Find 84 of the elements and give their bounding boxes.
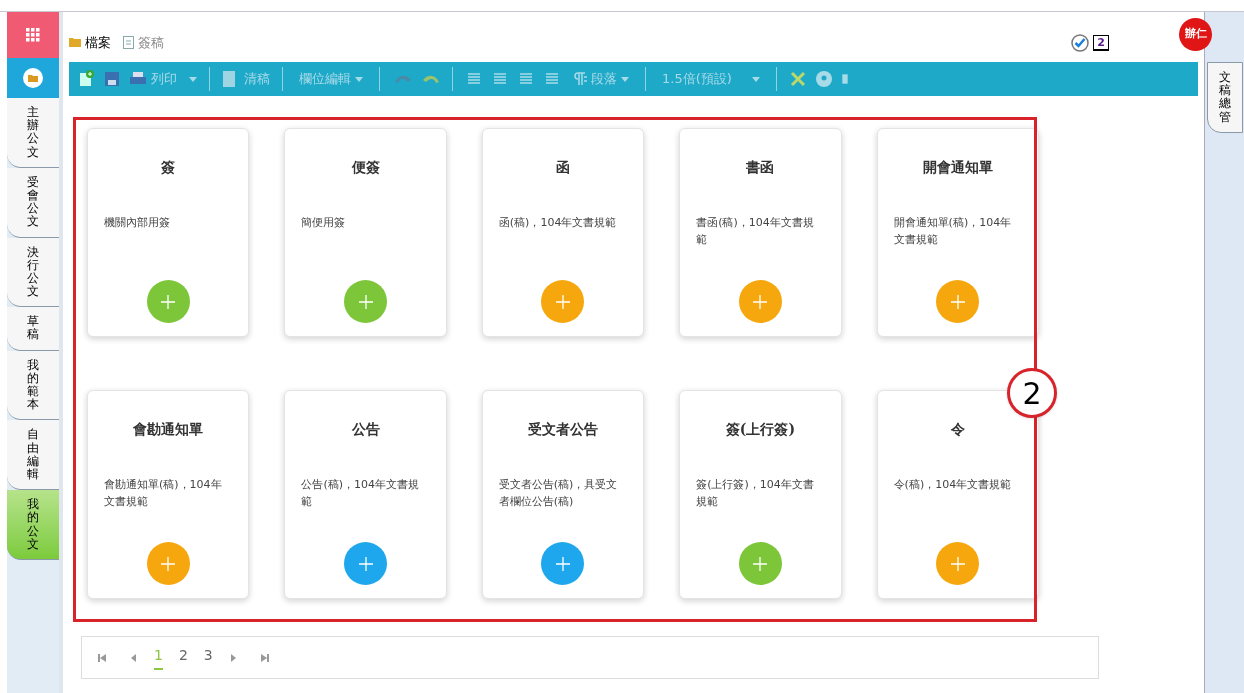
plus-icon — [555, 555, 571, 572]
grid-icon — [26, 28, 40, 42]
add-button[interactable] — [936, 280, 980, 323]
template-card[interactable]: 便簽 簡便用簽 — [284, 128, 447, 337]
plus-icon — [357, 293, 374, 310]
add-button[interactable] — [541, 542, 585, 585]
add-button[interactable] — [738, 280, 782, 323]
plus-icon — [949, 293, 966, 310]
document-icon — [222, 70, 236, 88]
add-button[interactable] — [146, 542, 190, 585]
check-icon[interactable] — [1071, 34, 1090, 52]
side-tab[interactable]: 文稿總管 — [1206, 62, 1243, 133]
card-description: 令(稿)，104年文書規範 — [893, 477, 1013, 493]
tools-icon[interactable] — [788, 70, 807, 88]
side-tab[interactable]: 我的範本 — [7, 350, 59, 421]
add-button[interactable] — [738, 542, 782, 585]
card-title: 書函 — [746, 158, 775, 177]
document-icon — [123, 35, 134, 49]
caret-icon — [355, 76, 363, 82]
card-title: 受文者公告 — [528, 420, 598, 439]
plus-icon — [160, 555, 177, 572]
card-description: 公告(稿)，104年文書規範 — [301, 477, 420, 510]
side-tab[interactable]: 受會公文 — [7, 167, 59, 238]
card-description: 機關內部用簽 — [104, 215, 171, 231]
template-card[interactable]: 函 函(稿)，104年文書規範 — [481, 128, 645, 337]
side-tab[interactable]: 我的公文 — [7, 490, 59, 560]
side-tab[interactable]: 主辦公文 — [7, 98, 59, 168]
card-title: 簽 — [161, 158, 176, 177]
plus-icon — [357, 555, 374, 572]
page-button[interactable]: 3 — [203, 645, 213, 670]
folder-icon[interactable] — [22, 67, 44, 89]
side-tab[interactable]: 草稿 — [7, 307, 59, 351]
plus-icon — [160, 293, 177, 310]
card-description: 簡便用簽 — [301, 215, 347, 231]
card-description: 受文者公告(稿)，具受文者欄位公告(稿) — [498, 477, 619, 510]
save-icon[interactable] — [103, 70, 121, 88]
breadcrumb-item[interactable]: 檔案 — [85, 32, 111, 52]
card-description: 簽(上行簽)，104年文書規範 — [696, 477, 815, 510]
add-button[interactable] — [541, 280, 585, 323]
paragraph-icon — [573, 72, 587, 86]
annotation-marker: 2 — [1007, 368, 1057, 418]
card-title: 開會通知單 — [922, 158, 993, 177]
card-title: 簽(上行簽) — [725, 420, 795, 439]
side-tab[interactable]: 自由編輯 — [7, 420, 59, 491]
card-description: 函(稿)，104年文書規範 — [498, 215, 618, 231]
template-card[interactable]: 簽(上行簽) 簽(上行簽)，104年文書規範 — [679, 390, 842, 599]
last-page-button[interactable] — [260, 653, 269, 662]
template-card[interactable]: 開會通知單 開會通知單(稿)，104年文書規範 — [876, 128, 1039, 337]
plus-icon — [752, 293, 769, 310]
card-description: 會勘通知單(稿)，104年文書規範 — [104, 477, 223, 510]
card-title: 函 — [556, 158, 570, 177]
caret-icon — [751, 76, 760, 82]
add-button[interactable] — [146, 280, 190, 323]
side-tab[interactable]: 決行公文 — [7, 237, 59, 308]
page-button[interactable]: 2 — [178, 645, 188, 670]
breadcrumb-item[interactable]: 簽稿 — [138, 32, 164, 52]
template-card[interactable]: 簽 機關內部用簽 — [87, 128, 250, 337]
user-avatar[interactable]: 辦仁 — [1179, 18, 1212, 51]
count-badge[interactable]: 2 — [1093, 35, 1109, 51]
card-title: 令 — [950, 420, 965, 439]
next-page-button[interactable] — [228, 653, 237, 662]
card-title: 會勘通知單 — [133, 420, 204, 439]
template-card[interactable]: 書函 書函(稿)，104年文書規範 — [679, 128, 842, 337]
add-button[interactable] — [344, 542, 388, 585]
card-description: 書函(稿)，104年文書規範 — [696, 215, 815, 248]
card-description: 開會通知單(稿)，104年文書規範 — [893, 215, 1013, 248]
card-title: 便簽 — [351, 158, 380, 177]
apps-button[interactable] — [7, 12, 59, 58]
card-title: 公告 — [351, 420, 380, 439]
template-card[interactable]: 受文者公告 受文者公告(稿)，具受文者欄位公告(稿) — [481, 390, 645, 599]
previous-page-button[interactable] — [130, 653, 138, 662]
add-button[interactable] — [344, 280, 388, 323]
plus-icon — [949, 555, 966, 572]
template-card[interactable]: 會勘通知單 會勘通知單(稿)，104年文書規範 — [87, 390, 250, 599]
folder-icon — [69, 37, 81, 48]
plus-icon — [752, 555, 769, 572]
add-button[interactable] — [936, 542, 980, 585]
first-page-button[interactable] — [98, 653, 106, 662]
caret-icon — [621, 76, 629, 82]
caret-icon — [189, 76, 197, 82]
printer-icon — [129, 71, 147, 87]
plus-icon — [555, 293, 571, 310]
template-card[interactable]: 公告 公告(稿)，104年文書規範 — [284, 390, 447, 599]
new-document-icon[interactable] — [77, 70, 95, 88]
